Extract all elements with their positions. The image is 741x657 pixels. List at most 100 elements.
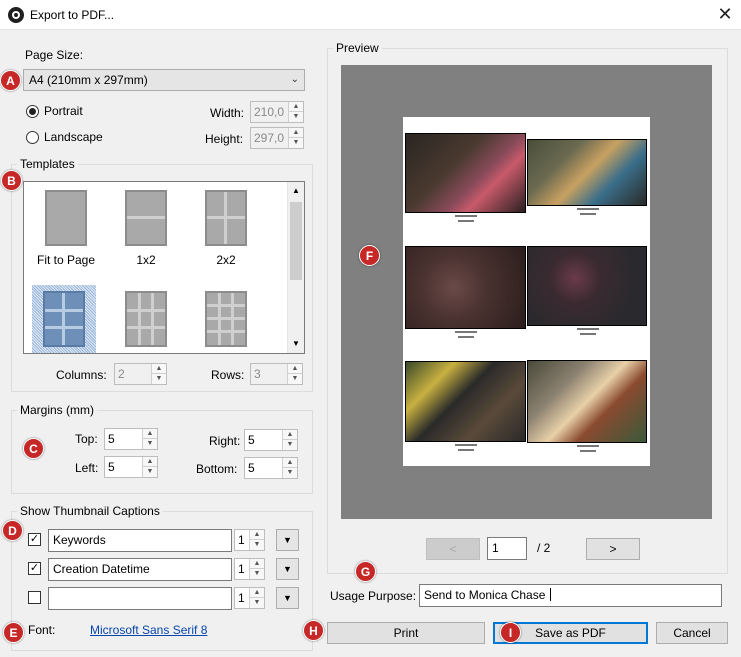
height-label: Height: <box>205 132 244 146</box>
caption-3-checkbox[interactable] <box>28 591 41 604</box>
columns-stepper[interactable]: 2 ▲ ▼ <box>114 363 167 385</box>
bottom-margin-stepper[interactable]: 5 ▲ ▼ <box>244 457 298 479</box>
captions-label: Show Thumbnail Captions <box>17 504 163 518</box>
down-arrow-icon[interactable]: ▼ <box>143 467 157 477</box>
photo-tea <box>527 360 647 443</box>
page-number-input[interactable]: 1 <box>487 537 527 560</box>
landscape-radio[interactable] <box>26 131 39 144</box>
up-arrow-icon[interactable]: ▲ <box>283 430 297 440</box>
next-page-button[interactable]: > <box>586 538 640 560</box>
text-cursor <box>550 588 552 601</box>
caption-2-checkbox[interactable]: ✓ <box>28 562 41 575</box>
template-label: 1x2 <box>136 253 156 267</box>
caption-1-lines-stepper[interactable]: 1 ▲ ▼ <box>234 529 265 551</box>
caption-line <box>455 215 477 217</box>
rows-stepper[interactable]: 3 ▲ ▼ <box>250 363 303 385</box>
template-2x2[interactable]: 2x2 <box>194 190 258 267</box>
caption-3-dropdown-button[interactable]: ▼ <box>276 587 299 609</box>
left-margin-value: 5 <box>108 460 115 474</box>
font-link[interactable]: Microsoft Sans Serif 8 <box>90 623 207 637</box>
columns-label: Columns: <box>56 368 107 382</box>
marker-h: H <box>303 620 324 641</box>
caption-line <box>580 213 596 215</box>
down-arrow-icon[interactable]: ▼ <box>250 540 264 550</box>
caption-2-lines-stepper[interactable]: 1 ▲ ▼ <box>234 558 265 580</box>
up-arrow-icon[interactable]: ▲ <box>152 364 166 374</box>
caption-line <box>580 333 596 335</box>
caption-1-checkbox[interactable]: ✓ <box>28 533 41 546</box>
height-value: 297,0 <box>254 131 285 145</box>
prev-page-button[interactable]: < <box>426 538 480 560</box>
caption-2-lines-value: 1 <box>238 562 245 576</box>
caption-line <box>455 331 477 333</box>
up-arrow-icon[interactable]: ▲ <box>288 364 302 374</box>
caption-line <box>455 444 477 446</box>
left-margin-stepper[interactable]: 5 ▲ ▼ <box>104 456 158 478</box>
down-arrow-icon[interactable]: ▼ <box>283 468 297 478</box>
caret-down-icon: ▼ <box>283 593 292 603</box>
left-margin-label: Left: <box>75 461 99 475</box>
caret-down-icon: ▼ <box>283 564 292 574</box>
caption-2-dropdown-button[interactable]: ▼ <box>276 558 299 580</box>
page-size-value: A4 (210mm x 297mm) <box>29 73 148 87</box>
up-arrow-icon[interactable]: ▲ <box>289 128 303 138</box>
scroll-thumb[interactable] <box>290 202 302 280</box>
marker-f: F <box>359 245 380 266</box>
right-margin-label: Right: <box>209 434 241 448</box>
caption-3-field[interactable] <box>48 587 232 610</box>
down-arrow-icon[interactable]: ▼ <box>289 138 303 148</box>
scroll-down-icon[interactable]: ▼ <box>292 339 300 348</box>
template-2x3[interactable] <box>32 285 96 353</box>
template-thumb-icon <box>125 190 167 246</box>
marker-a: A <box>0 70 21 91</box>
down-arrow-icon[interactable]: ▼ <box>250 569 264 579</box>
up-arrow-icon[interactable]: ▲ <box>250 588 264 598</box>
photo-cupcakes-2 <box>527 246 647 326</box>
up-arrow-icon[interactable]: ▲ <box>250 530 264 540</box>
photo-cupcakes-1 <box>405 246 526 329</box>
templates-list[interactable]: Fit to Page 1x2 2x2 ▲ ▼ <box>23 181 305 354</box>
portrait-radio[interactable] <box>26 105 39 118</box>
template-fit-to-page[interactable]: Fit to Page <box>34 190 98 267</box>
top-margin-stepper[interactable]: 5 ▲ ▼ <box>104 428 158 450</box>
caption-1-field[interactable]: Keywords <box>48 529 232 552</box>
template-3x4[interactable] <box>194 291 258 347</box>
up-arrow-icon[interactable]: ▲ <box>283 458 297 468</box>
templates-scrollbar[interactable]: ▲ ▼ <box>287 182 304 353</box>
preview-label: Preview <box>333 41 382 55</box>
rows-value: 3 <box>254 367 261 381</box>
up-arrow-icon[interactable]: ▲ <box>143 429 157 439</box>
template-1x2[interactable]: 1x2 <box>114 190 178 267</box>
up-arrow-icon[interactable]: ▲ <box>250 559 264 569</box>
scroll-up-icon[interactable]: ▲ <box>292 186 300 195</box>
margins-label: Margins (mm) <box>17 403 97 417</box>
template-label: Fit to Page <box>36 253 96 267</box>
down-arrow-icon[interactable]: ▼ <box>143 439 157 449</box>
down-arrow-icon[interactable]: ▼ <box>283 440 297 450</box>
right-margin-stepper[interactable]: 5 ▲ ▼ <box>244 429 298 451</box>
close-button[interactable]: ✕ <box>712 3 738 27</box>
marker-b: B <box>1 170 22 191</box>
down-arrow-icon[interactable]: ▼ <box>250 598 264 608</box>
caption-2-field[interactable]: Creation Datetime <box>48 558 232 581</box>
cancel-button[interactable]: Cancel <box>656 622 728 644</box>
template-3x3[interactable] <box>114 291 178 347</box>
template-thumb-icon <box>205 291 247 347</box>
margins-group <box>11 410 313 494</box>
caption-1-dropdown-button[interactable]: ▼ <box>276 529 299 551</box>
down-arrow-icon[interactable]: ▼ <box>288 374 302 384</box>
down-arrow-icon[interactable]: ▼ <box>152 374 166 384</box>
print-button[interactable]: Print <box>327 622 485 644</box>
caption-1-lines-value: 1 <box>238 533 245 547</box>
top-margin-label: Top: <box>75 432 98 446</box>
height-stepper[interactable]: 297,0 ▲ ▼ <box>250 127 304 149</box>
template-thumb-icon <box>45 190 87 246</box>
up-arrow-icon[interactable]: ▲ <box>289 102 303 112</box>
caption-3-lines-stepper[interactable]: 1 ▲ ▼ <box>234 587 265 609</box>
width-label: Width: <box>210 106 245 120</box>
page-size-select[interactable]: A4 (210mm x 297mm) ⌄ <box>23 69 305 91</box>
down-arrow-icon[interactable]: ▼ <box>289 112 303 122</box>
up-arrow-icon[interactable]: ▲ <box>143 457 157 467</box>
usage-purpose-input[interactable]: Send to Monica Chase <box>419 584 722 607</box>
width-stepper[interactable]: 210,0 ▲ ▼ <box>250 101 304 123</box>
